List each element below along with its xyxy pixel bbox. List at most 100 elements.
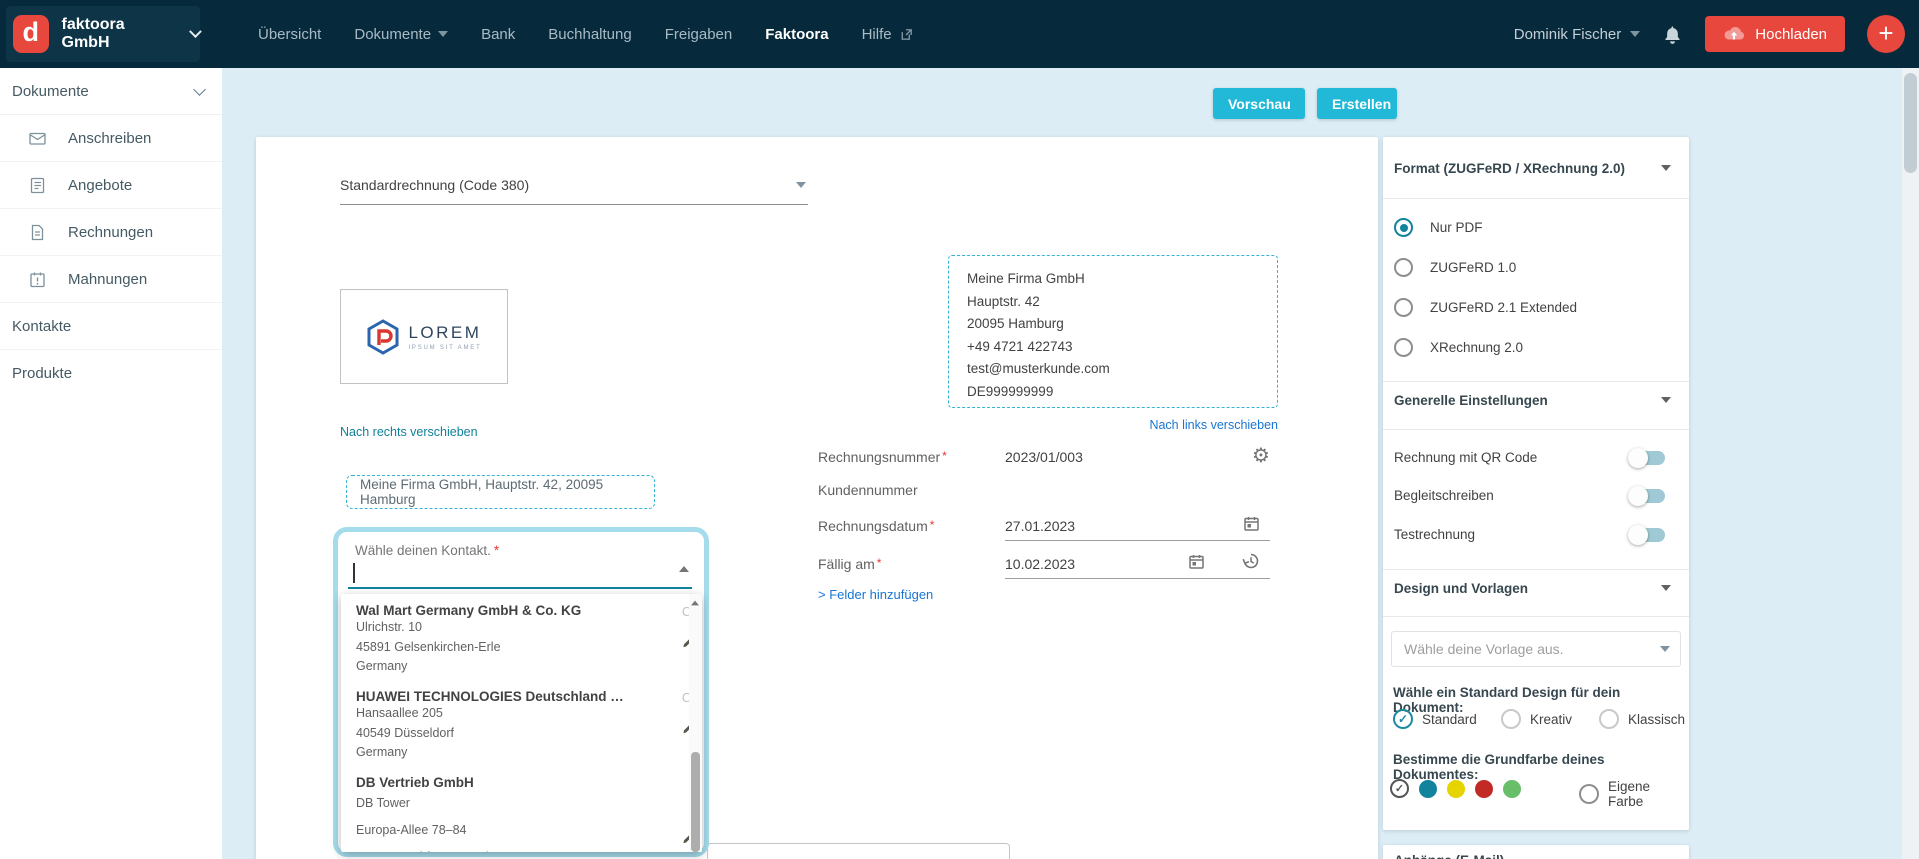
external-link-icon (899, 27, 914, 42)
scrollbar-thumb[interactable] (1904, 73, 1917, 173)
toggle-off-switch[interactable] (1631, 451, 1665, 465)
sender-line-box[interactable]: Meine Firma GmbH, Hauptstr. 42, 20095 Ha… (346, 475, 655, 509)
bell-icon[interactable] (1662, 23, 1683, 46)
preview-button[interactable]: Vorschau (1213, 88, 1305, 119)
scroll-up-icon[interactable] (691, 601, 699, 606)
chevron-down-icon (1661, 585, 1671, 591)
design-section-header[interactable]: Design und Vorlagen (1394, 581, 1673, 596)
color-swatch-yellow[interactable] (1447, 780, 1465, 798)
address-line: test@musterkunde.com (967, 358, 1259, 381)
toggle-qr-code: Rechnung mit QR Code (1394, 450, 1665, 465)
calendar-icon[interactable] (1187, 552, 1206, 571)
letter-icon (28, 129, 47, 148)
company-logo-box[interactable]: LOREM IPSUM SIT AMET (340, 289, 508, 384)
nav-buchhaltung[interactable]: Buchhaltung (548, 26, 631, 43)
attachments-panel: Anhänge (E-Mail) (1383, 845, 1689, 859)
lorem-logo-icon (366, 319, 400, 355)
settings-panel: Format (ZUGFeRD / XRechnung 2.0) Nur PDF… (1383, 137, 1689, 830)
reminder-icon (28, 270, 47, 289)
design-option-klassisch[interactable]: Klassisch (1599, 709, 1685, 729)
sidebar-item-angebote[interactable]: Angebote (0, 162, 222, 209)
nav-faktoora[interactable]: Faktoora (765, 26, 828, 43)
workspace-selector[interactable]: d faktoora GmbH (6, 6, 200, 62)
dropdown-scrollbar[interactable] (689, 594, 702, 852)
logo-text: LOREM (408, 323, 481, 343)
gear-icon[interactable]: ⚙ (1252, 445, 1270, 465)
radio-icon (1501, 709, 1521, 729)
contact-option[interactable]: DB Vertrieb GmbH 112 DB Tower Europa-All… (341, 775, 671, 852)
sidebar-item-anschreiben[interactable]: Anschreiben (0, 115, 222, 162)
contact-option[interactable]: HUAWEI TECHNOLOGIES Deutschland … C003 H… (341, 689, 671, 763)
nav-uebersicht[interactable]: Übersicht (258, 26, 321, 43)
contact-picker: Wähle deinen Kontakt.* Wal Mart Germany … (333, 527, 709, 857)
address-line: Meine Firma GmbH (967, 268, 1259, 291)
chevron-down-icon (1630, 31, 1640, 37)
faktoora-logo: d (13, 15, 49, 53)
sidebar-item-rechnungen[interactable]: Rechnungen (0, 209, 222, 256)
general-section-header[interactable]: Generelle Einstellungen (1394, 393, 1673, 408)
invoice-number-label: Rechnungsnummer* (818, 449, 947, 465)
toggle-off-switch[interactable] (1631, 489, 1665, 503)
move-logo-right-link[interactable]: Nach rechts verschieben (340, 425, 478, 439)
page-scrollbar[interactable] (1902, 68, 1919, 859)
nav-freigaben[interactable]: Freigaben (665, 26, 733, 43)
sidebar-section-dokumente[interactable]: Dokumente (0, 68, 222, 115)
template-select[interactable]: Wähle deine Vorlage aus. (1391, 631, 1681, 667)
design-option-standard[interactable]: ✓ Standard (1393, 709, 1477, 729)
invoice-type-select[interactable]: Standardrechnung (Code 380) (340, 177, 808, 205)
collapse-arrow-icon[interactable] (679, 566, 689, 572)
offer-icon (28, 176, 47, 195)
contact-picker-label: Wähle deinen Kontakt.* (355, 543, 499, 558)
scrollbar-thumb[interactable] (691, 752, 700, 852)
color-swatch-selected[interactable]: ✓ (1390, 779, 1409, 798)
create-button[interactable]: Erstellen (1317, 88, 1397, 119)
text-cursor (353, 563, 355, 583)
custom-color-option[interactable]: Eigene Farbe (1579, 779, 1689, 809)
nav-hilfe[interactable]: Hilfe (862, 26, 914, 43)
address-line: Hauptstr. 42 (967, 291, 1259, 314)
item-select[interactable] (707, 843, 1010, 859)
toggle-off-switch[interactable] (1631, 528, 1665, 542)
add-fields-link[interactable]: > Felder hinzufügen (818, 587, 933, 602)
format-option-zugferd-21[interactable]: ZUGFeRD 2.1 Extended (1394, 298, 1577, 317)
due-date-input[interactable]: 10.02.2023 (1005, 556, 1075, 572)
format-section-header[interactable]: Format (ZUGFeRD / XRechnung 2.0) (1394, 161, 1673, 176)
contact-option[interactable]: Wal Mart Germany GmbH & Co. KG C004 Ulri… (341, 603, 671, 677)
nav-dokumente[interactable]: Dokumente (354, 26, 448, 43)
user-name: Dominik Fischer (1514, 26, 1622, 43)
contact-search-input[interactable] (348, 587, 692, 589)
format-option-nur-pdf[interactable]: Nur PDF (1394, 218, 1483, 237)
upload-button[interactable]: Hochladen (1705, 16, 1845, 52)
nav-bank[interactable]: Bank (481, 26, 515, 43)
attachments-section-header[interactable]: Anhänge (E-Mail) (1394, 853, 1673, 859)
color-swatch-teal[interactable] (1419, 780, 1437, 798)
invoice-date-input[interactable]: 27.01.2023 (1005, 518, 1075, 534)
radio-selected-icon (1394, 218, 1413, 237)
chevron-down-icon (1661, 397, 1671, 403)
logo-subtext: IPSUM SIT AMET (408, 345, 481, 351)
color-swatch-red[interactable] (1475, 780, 1493, 798)
add-new-button[interactable]: + (1867, 15, 1905, 53)
calendar-icon[interactable] (1242, 514, 1261, 533)
color-swatch-green[interactable] (1503, 780, 1521, 798)
format-option-xrechnung[interactable]: XRechnung 2.0 (1394, 338, 1523, 357)
toggle-testrechnung: Testrechnung (1394, 527, 1665, 542)
chevron-down-icon (1660, 646, 1670, 652)
move-address-left-link[interactable]: Nach links verschieben (948, 418, 1278, 432)
address-line: DE999999999 (967, 381, 1259, 404)
user-menu[interactable]: Dominik Fischer (1514, 26, 1641, 43)
sidebar-item-produkte[interactable]: Produkte (0, 350, 222, 397)
company-address-block[interactable]: Meine Firma GmbH Hauptstr. 42 20095 Hamb… (948, 255, 1278, 408)
chevron-down-icon (193, 83, 206, 96)
invoice-number-value: 2023/01/003 (1005, 449, 1083, 465)
design-option-kreativ[interactable]: Kreativ (1501, 709, 1572, 729)
history-icon[interactable] (1241, 551, 1261, 571)
workspace-name: faktoora GmbH (62, 16, 170, 52)
main-nav: Übersicht Dokumente Bank Buchhaltung Fre… (258, 0, 914, 68)
format-option-zugferd-10[interactable]: ZUGFeRD 1.0 (1394, 258, 1516, 277)
sidebar-item-kontakte[interactable]: Kontakte (0, 303, 222, 350)
sidebar-item-mahnungen[interactable]: Mahnungen (0, 256, 222, 303)
invoice-date-label: Rechnungsdatum* (818, 518, 934, 534)
sidebar: Dokumente Anschreiben Angebote Rechnunge… (0, 68, 222, 859)
toggle-begleitschreiben: Begleitschreiben (1394, 488, 1665, 503)
